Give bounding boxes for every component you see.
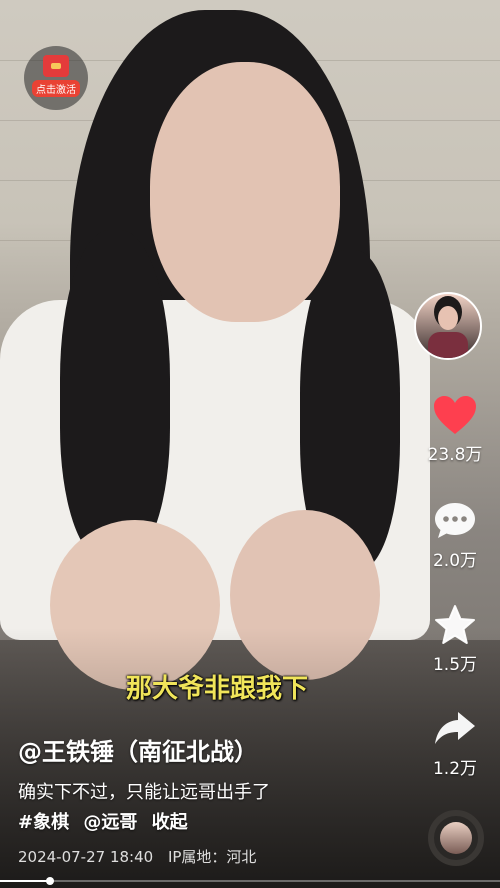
red-envelope-icon <box>43 55 69 77</box>
comment-count: 2.0万 <box>432 551 478 571</box>
heart-icon <box>434 396 476 434</box>
favorite-count: 1.5万 <box>432 655 478 675</box>
favorite-button[interactable]: 1.5万 <box>410 604 500 675</box>
post-datetime: 2024-07-27 18:40 <box>18 848 154 866</box>
post-tags: #象棋 @远哥 收起 <box>18 808 196 834</box>
post-meta: 2024-07-27 18:40 IP属地：河北 <box>18 846 266 867</box>
avatar-head <box>438 306 458 330</box>
music-disc[interactable] <box>428 810 484 866</box>
author-avatar[interactable] <box>414 292 482 360</box>
like-button[interactable]: 23.8万 <box>410 394 500 465</box>
share-count: 1.2万 <box>432 759 478 779</box>
mention-link[interactable]: @远哥 <box>83 812 137 833</box>
video-progress-bar[interactable] <box>0 877 500 885</box>
star-icon <box>435 605 475 644</box>
activate-red-packet-button[interactable]: 点击激活 <box>24 46 88 110</box>
activate-label: 点击激活 <box>32 80 80 97</box>
comment-button[interactable]: 2.0万 <box>410 500 500 571</box>
share-button[interactable]: 1.2万 <box>410 708 500 779</box>
comment-icon <box>435 503 475 538</box>
post-description: 确实下不过，只能让远哥出手了 <box>18 782 270 803</box>
music-cover <box>440 822 472 854</box>
share-arrow-icon <box>435 712 475 744</box>
like-count: 23.8万 <box>427 445 483 465</box>
avatar-body <box>428 332 468 358</box>
collapse-button[interactable]: 收起 <box>152 812 188 833</box>
progress-fill <box>0 880 50 882</box>
person-face <box>150 62 340 322</box>
video-subtitle: 那大爷非跟我下 <box>126 674 309 704</box>
hashtag-link[interactable]: #象棋 <box>18 812 69 833</box>
author-name[interactable]: @王铁锤（南征北战） <box>18 732 258 767</box>
hair-left <box>60 230 170 560</box>
progress-knob[interactable] <box>46 877 54 885</box>
ip-location: IP属地：河北 <box>167 848 257 866</box>
